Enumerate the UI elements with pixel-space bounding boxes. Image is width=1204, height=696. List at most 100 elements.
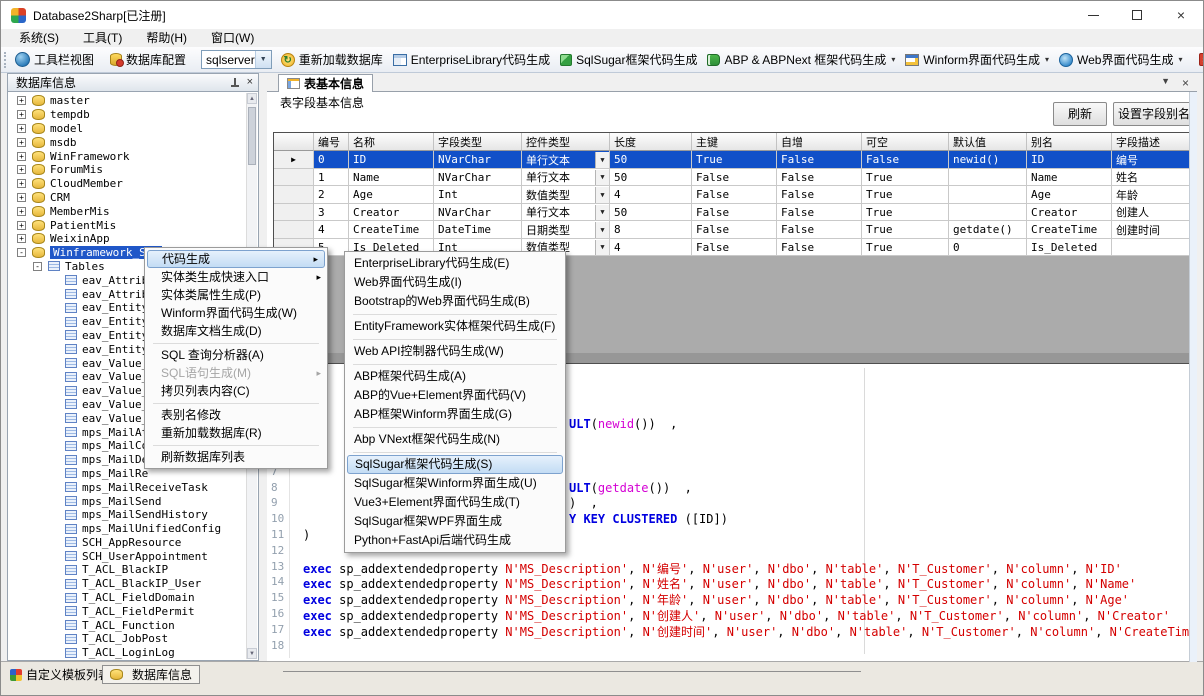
grid-header-cell[interactable]: 自增: [777, 133, 862, 151]
grid-header-cell[interactable]: 编号: [314, 133, 349, 151]
grid-cell[interactable]: 4: [610, 186, 692, 204]
chevron-down-icon[interactable]: ▼: [255, 51, 271, 68]
grid-cell[interactable]: 姓名: [1112, 169, 1197, 187]
close-icon[interactable]: ×: [247, 77, 253, 88]
minimize-button[interactable]: [1071, 1, 1115, 29]
tree-item[interactable]: mps_MailSend: [8, 494, 258, 508]
grid-cell[interactable]: False: [777, 239, 862, 257]
tree-item[interactable]: SCH_UserAppointment: [8, 549, 258, 563]
chevron-down-icon[interactable]: ▼: [1161, 76, 1170, 90]
close-icon[interactable]: ×: [1182, 76, 1189, 90]
grid-cell[interactable]: True: [862, 204, 949, 222]
grid-cell[interactable]: NVarChar: [434, 204, 522, 222]
toolbar-reload-button[interactable]: ↻ 重新加载数据库: [276, 49, 388, 71]
grid-cell[interactable]: Name: [1027, 169, 1112, 187]
menubar-item[interactable]: 窗口(W): [199, 29, 266, 47]
tree-item[interactable]: T_ACL_BlackIP: [8, 563, 258, 577]
grid-cell[interactable]: 4: [314, 221, 349, 239]
tree-item[interactable]: SCH_AppResource: [8, 536, 258, 550]
grid-cell[interactable]: False: [692, 239, 777, 257]
tree-item[interactable]: +model: [8, 122, 258, 136]
grid-header-cell[interactable]: 别名: [1027, 133, 1112, 151]
codegen-submenu-item[interactable]: EnterpriseLibrary代码生成(E): [345, 254, 565, 273]
codegen-submenu-item[interactable]: SqlSugar框架代码生成(S): [347, 455, 563, 474]
grid-header-cell[interactable]: 控件类型: [522, 133, 610, 151]
grid-cell[interactable]: False: [777, 204, 862, 222]
grid-cell[interactable]: DateTime: [434, 221, 522, 239]
chevron-down-icon[interactable]: ▾: [1045, 55, 1049, 64]
grid-cell[interactable]: 单行文本▼: [522, 169, 610, 187]
tree-item[interactable]: mps_MailSendHistory: [8, 508, 258, 522]
chevron-down-icon[interactable]: ▾: [1178, 55, 1182, 64]
context-menu-item[interactable]: 实体类属性生成(P): [145, 286, 327, 304]
grid-cell[interactable]: 0: [314, 151, 349, 169]
tree-item[interactable]: T_ACL_Function: [8, 618, 258, 632]
context-menu-item[interactable]: 刷新数据库列表: [145, 448, 327, 466]
grid-header-cell[interactable]: 长度: [610, 133, 692, 151]
grid-cell[interactable]: True: [692, 151, 777, 169]
bottom-tab-templates[interactable]: 自定义模板列表: [3, 665, 117, 684]
grid-cell[interactable]: False: [692, 221, 777, 239]
row-selector-cell[interactable]: [274, 204, 314, 222]
grid-cell[interactable]: 8: [610, 221, 692, 239]
tree-item[interactable]: +MemberMis: [8, 204, 258, 218]
grid-cell[interactable]: False: [692, 204, 777, 222]
grid-cell[interactable]: Name: [349, 169, 434, 187]
tree-item[interactable]: mps_MailUnifiedConfig: [8, 522, 258, 536]
context-menu-item[interactable]: 实体类生成快速入口▸: [145, 268, 327, 286]
tree-item[interactable]: +PatientMis: [8, 218, 258, 232]
menubar-item[interactable]: 系统(S): [7, 29, 71, 47]
row-selector-cell[interactable]: [274, 169, 314, 187]
grid-cell[interactable]: False: [777, 221, 862, 239]
grid-header-cell[interactable]: 字段类型: [434, 133, 522, 151]
codegen-submenu-item[interactable]: ABP框架Winform界面生成(G): [345, 405, 565, 424]
tree-item[interactable]: +CRM: [8, 191, 258, 205]
grid-cell[interactable]: ID: [1027, 151, 1112, 169]
grid-cell[interactable]: NVarChar: [434, 151, 522, 169]
row-selector-cell[interactable]: [274, 221, 314, 239]
grid-cell[interactable]: False: [692, 169, 777, 187]
context-menu-item[interactable]: 数据库文档生成(D): [145, 322, 327, 340]
toolbar-dbconfig-button[interactable]: 数据库配置: [105, 49, 191, 71]
context-menu-item[interactable]: 重新加载数据库(R): [145, 424, 327, 442]
context-menu-item[interactable]: 代码生成▸: [147, 250, 325, 268]
grid-cell[interactable]: False: [692, 186, 777, 204]
codegen-submenu-item[interactable]: Python+FastApi后端代码生成: [345, 531, 565, 550]
codegen-submenu-item[interactable]: EntityFramework实体框架代码生成(F): [345, 317, 565, 336]
chevron-down-icon[interactable]: ▾: [891, 55, 895, 64]
grid-cell[interactable]: 单行文本▼: [522, 151, 610, 169]
grid-cell[interactable]: 50: [610, 169, 692, 187]
grid-cell[interactable]: 创建时间: [1112, 221, 1197, 239]
tree-item[interactable]: +tempdb: [8, 108, 258, 122]
tab-table-info[interactable]: 表基本信息: [278, 74, 373, 92]
grid-cell[interactable]: [949, 186, 1027, 204]
context-menu-item[interactable]: SQL 查询分析器(A): [145, 346, 327, 364]
codegen-submenu-item[interactable]: Web界面代码生成(I): [345, 273, 565, 292]
grid-cell[interactable]: 日期类型▼: [522, 221, 610, 239]
codegen-submenu-item[interactable]: Web API控制器代码生成(W): [345, 342, 565, 361]
grid-cell[interactable]: 4: [610, 239, 692, 257]
codegen-submenu-item[interactable]: Bootstrap的Web界面代码生成(B): [345, 292, 565, 311]
grid-cell[interactable]: [949, 204, 1027, 222]
dbtype-select[interactable]: sqlserver ▼: [201, 50, 272, 69]
codegen-submenu-item[interactable]: SqlSugar框架Winform界面生成(U): [345, 474, 565, 493]
pin-icon[interactable]: [231, 78, 239, 88]
grid-header-cell[interactable]: 主键: [692, 133, 777, 151]
tree-item[interactable]: T_ACL_JobPost: [8, 632, 258, 646]
tree-item[interactable]: +msdb: [8, 135, 258, 149]
toolbar-view-button[interactable]: 工具栏视图: [10, 49, 99, 71]
grid-header-cell[interactable]: 字段描述: [1112, 133, 1197, 151]
tree-item[interactable]: mps_MailReceiveTask: [8, 480, 258, 494]
toolbar-exit-button[interactable]: × 退出: [1194, 49, 1204, 71]
set-alias-button[interactable]: 设置字段别名: [1113, 102, 1195, 126]
tree-item[interactable]: +master: [8, 94, 258, 108]
tree-item[interactable]: T_ACL_FieldDomain: [8, 591, 258, 605]
grid-cell[interactable]: Int: [434, 186, 522, 204]
grid-cell[interactable]: Age: [1027, 186, 1112, 204]
codegen-submenu-item[interactable]: ABP框架代码生成(A): [345, 367, 565, 386]
context-menu-item[interactable]: 表别名修改: [145, 406, 327, 424]
grid-cell[interactable]: Age: [349, 186, 434, 204]
codegen-submenu-item[interactable]: Vue3+Element界面代码生成(T): [345, 493, 565, 512]
close-button[interactable]: ×: [1159, 1, 1203, 29]
scrollbar-thumb[interactable]: [248, 107, 256, 165]
